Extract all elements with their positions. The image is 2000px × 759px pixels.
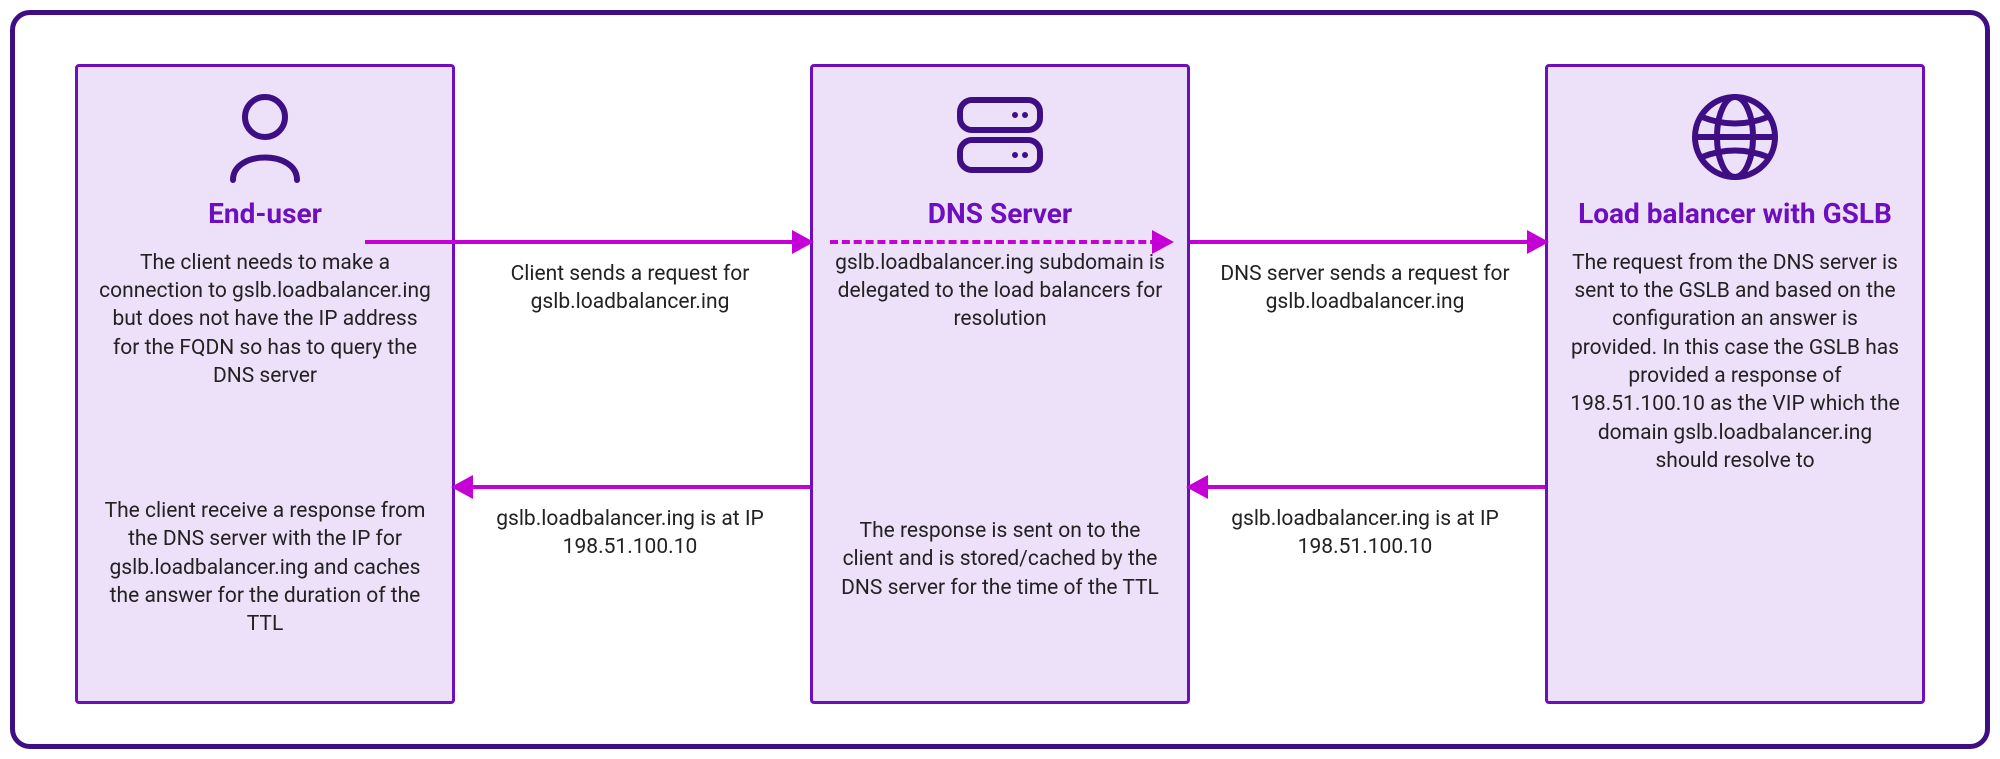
label-lb-to-dns: gslb.loadbalancer.ing is at IP 198.51.10… xyxy=(1205,505,1525,562)
box-lb-title: Load balancer with GSLB xyxy=(1568,197,1902,231)
box-dns-desc2: The response is sent on to the client an… xyxy=(833,517,1167,602)
arrow-dns-to-lb xyxy=(1190,240,1545,244)
server-icon xyxy=(833,87,1167,187)
user-icon xyxy=(98,87,432,187)
box-end-user: End-user The client needs to make a conn… xyxy=(75,64,455,704)
arrow-lb-to-dns xyxy=(1190,485,1545,489)
diagram-frame: End-user The client needs to make a conn… xyxy=(10,10,1990,749)
arrow-client-to-dns xyxy=(365,240,810,244)
globe-icon xyxy=(1568,87,1902,187)
label-dns-to-lb: DNS server sends a request for gslb.load… xyxy=(1205,260,1525,317)
box-end-user-desc2: The client receive a response from the D… xyxy=(98,497,432,639)
label-dns-to-client: gslb.loadbalancer.ing is at IP 198.51.10… xyxy=(470,505,790,562)
arrow-dns-passthrough xyxy=(830,240,1170,244)
box-lb-desc1: The request from the DNS server is sent … xyxy=(1568,249,1902,476)
box-end-user-title: End-user xyxy=(98,197,432,231)
arrow-dns-to-client xyxy=(455,485,810,489)
box-dns-desc1: gslb.loadbalancer.ing subdomain is deleg… xyxy=(833,249,1167,334)
label-client-to-dns: Client sends a request for gslb.loadbala… xyxy=(470,260,790,317)
box-dns-server: DNS Server gslb.loadbalancer.ing subdoma… xyxy=(810,64,1190,704)
box-end-user-desc1: The client needs to make a connection to… xyxy=(98,249,432,391)
box-load-balancer: Load balancer with GSLB The request from… xyxy=(1545,64,1925,704)
box-dns-title: DNS Server xyxy=(833,197,1167,231)
